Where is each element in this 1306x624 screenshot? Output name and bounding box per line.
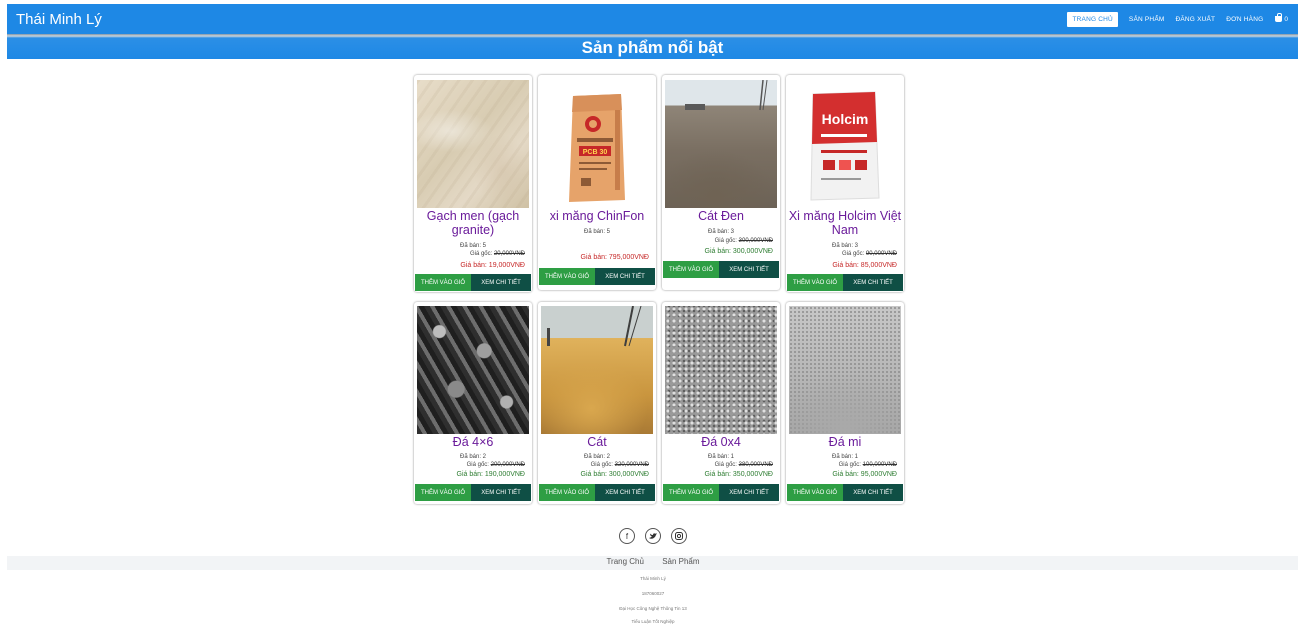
product-sale-price: Giá bán: 190,000VNĐ bbox=[456, 471, 526, 478]
nav-products[interactable]: SẢN PHẨM bbox=[1129, 16, 1165, 23]
product-sale-price: Giá bán: 795,000VNĐ bbox=[580, 254, 650, 261]
view-detail-button[interactable]: XEM CHI TIẾT bbox=[595, 268, 655, 285]
footer-student-id: 187060027 bbox=[641, 591, 665, 596]
featured-banner: Sản phẩm nổi bật bbox=[7, 34, 1298, 59]
add-to-cart-button[interactable]: THÊM VÀO GIỎ bbox=[663, 484, 719, 501]
cart-count: 0 bbox=[1284, 15, 1288, 23]
product-sold: Đã bán: 3 bbox=[707, 229, 735, 235]
product-name[interactable]: xi măng ChinFon bbox=[538, 209, 656, 223]
product-original-price: Giá gốc: 200,000VNĐ bbox=[466, 462, 525, 468]
footer-link-products[interactable]: Sản Phẩm bbox=[662, 557, 699, 566]
featured-title: Sản phẩm nổi bật bbox=[581, 38, 724, 57]
product-original-price: Giá gốc: 90,000VNĐ bbox=[841, 251, 897, 257]
view-detail-button[interactable]: XEM CHI TIẾT bbox=[595, 484, 655, 501]
twitter-icon[interactable] bbox=[645, 528, 661, 544]
top-navbar: Thái Minh Lý TRANG CHỦ SẢN PHẨM ĐĂNG XUẤ… bbox=[7, 4, 1298, 34]
product-sold: Đã bán: 2 bbox=[459, 454, 487, 460]
product-image-holcim-cement-bag[interactable]: Holcim bbox=[789, 80, 901, 208]
product-name[interactable]: Đá 4×6 bbox=[414, 435, 532, 449]
view-detail-button[interactable]: XEM CHI TIẾT bbox=[719, 484, 779, 501]
add-to-cart-button[interactable]: THÊM VÀO GIỎ bbox=[787, 274, 843, 291]
product-original-price: Giá gốc: 100,000VNĐ bbox=[838, 462, 897, 468]
product-sold: Đã bán: 2 bbox=[583, 454, 611, 460]
product-image-stone-4x6[interactable] bbox=[417, 306, 529, 434]
cart-button[interactable]: 0 bbox=[1275, 13, 1288, 23]
product-sale-price: Giá bán: 95,000VNĐ bbox=[832, 471, 897, 478]
product-name[interactable]: Đá mi bbox=[786, 435, 904, 449]
brand-logo[interactable]: Thái Minh Lý bbox=[16, 11, 102, 28]
product-card: Đá mi Đã bán: 1 Giá gốc: 100,000VNĐ Giá … bbox=[786, 302, 904, 504]
footer-note: Tiểu Luận Tốt Nghiệp bbox=[631, 619, 675, 624]
product-sold: Đã bán: 5 bbox=[583, 229, 611, 235]
product-sale-price: Giá bán: 19,000VNĐ bbox=[460, 262, 525, 269]
add-to-cart-button[interactable]: THÊM VÀO GIỎ bbox=[415, 484, 471, 501]
view-detail-button[interactable]: XEM CHI TIẾT bbox=[719, 261, 779, 278]
view-detail-button[interactable]: XEM CHI TIẾT bbox=[843, 484, 903, 501]
add-to-cart-button[interactable]: THÊM VÀO GIỎ bbox=[539, 484, 595, 501]
product-sold: Đã bán: 1 bbox=[831, 454, 859, 460]
footer-owner: Thái Minh Lý bbox=[640, 576, 666, 581]
product-original-price: Giá gốc: 20,000VNĐ bbox=[469, 251, 525, 257]
footer-link-home[interactable]: Trang Chủ bbox=[606, 557, 644, 566]
product-image-cement-bag-pcb30[interactable]: PCB 30 bbox=[541, 80, 653, 208]
footer-school: Đại Học Công Nghệ Thông Tin 13 bbox=[619, 606, 687, 611]
product-sale-price: Giá bán: 300,000VNĐ bbox=[580, 471, 650, 478]
product-name[interactable]: Đá 0x4 bbox=[662, 435, 780, 449]
nav-home[interactable]: TRANG CHỦ bbox=[1067, 11, 1118, 27]
add-to-cart-button[interactable]: THÊM VÀO GIỎ bbox=[663, 261, 719, 278]
footer-links: Trang Chủ Sản Phẩm bbox=[0, 557, 1306, 566]
product-sale-price: Giá bán: 350,000VNĐ bbox=[704, 471, 774, 478]
social-links: f bbox=[0, 528, 1306, 544]
view-detail-button[interactable]: XEM CHI TIẾT bbox=[843, 274, 903, 291]
view-detail-button[interactable]: XEM CHI TIẾT bbox=[471, 484, 531, 501]
shopping-bag-icon bbox=[1275, 13, 1283, 22]
product-sale-price: Giá bán: 300,000VNĐ bbox=[704, 248, 774, 255]
product-name[interactable]: Xi măng Holcim Việt Nam bbox=[786, 209, 904, 237]
add-to-cart-button[interactable]: THÊM VÀO GIỎ bbox=[787, 484, 843, 501]
view-detail-button[interactable]: XEM CHI TIẾT bbox=[471, 274, 531, 291]
add-to-cart-button[interactable]: THÊM VÀO GIỎ bbox=[539, 268, 595, 285]
product-sold: Đã bán: 1 bbox=[707, 454, 735, 460]
product-image-stone-dust[interactable] bbox=[789, 306, 901, 434]
product-card: Đá 4×6 Đã bán: 2 Giá gốc: 200,000VNĐ Giá… bbox=[414, 302, 532, 504]
product-name[interactable]: Cát bbox=[538, 435, 656, 449]
product-original-price: Giá gốc: 300,000VNĐ bbox=[714, 238, 773, 244]
nav-logout[interactable]: ĐĂNG XUẤT bbox=[1175, 16, 1215, 23]
product-sold: Đã bán: 5 bbox=[459, 243, 487, 249]
nav-orders[interactable]: ĐƠN HÀNG bbox=[1226, 16, 1263, 23]
facebook-icon[interactable]: f bbox=[619, 528, 635, 544]
product-card: PCB 30 xi măng ChinFon Đã bán: 5 Giá bán… bbox=[538, 75, 656, 290]
product-image-black-sand-pile[interactable] bbox=[665, 80, 777, 208]
product-name[interactable]: Cát Đen bbox=[662, 209, 780, 223]
instagram-icon[interactable] bbox=[671, 528, 687, 544]
product-card: Holcim Xi măng Holcim Việt Nam Đã bán: 3… bbox=[786, 75, 904, 292]
product-original-price: Giá gốc: 320,000VNĐ bbox=[590, 462, 649, 468]
add-to-cart-button[interactable]: THÊM VÀO GIỎ bbox=[415, 274, 471, 291]
svg-text:Holcim: Holcim bbox=[822, 111, 869, 127]
product-image-marble-tile[interactable] bbox=[417, 80, 529, 208]
product-card: Đá 0x4 Đã bán: 1 Giá gốc: 380,000VNĐ Giá… bbox=[662, 302, 780, 504]
product-card: Cát Đen Đã bán: 3 Giá gốc: 300,000VNĐ Gi… bbox=[662, 75, 780, 290]
nav-links: TRANG CHỦ SẢN PHẨM ĐĂNG XUẤT ĐƠN HÀNG 0 bbox=[1056, 11, 1288, 27]
product-sale-price: Giá bán: 85,000VNĐ bbox=[832, 262, 897, 269]
product-card: Gạch men (gạch granite) Đã bán: 5 Giá gố… bbox=[414, 75, 532, 292]
product-card: Cát Đã bán: 2 Giá gốc: 320,000VNĐ Giá bá… bbox=[538, 302, 656, 504]
product-original-price: Giá gốc: 380,000VNĐ bbox=[714, 462, 773, 468]
product-image-gravel-0x4[interactable] bbox=[665, 306, 777, 434]
product-name[interactable]: Gạch men (gạch granite) bbox=[414, 209, 532, 237]
product-image-yellow-sand-pile[interactable] bbox=[541, 306, 653, 434]
product-sold: Đã bán: 3 bbox=[831, 243, 859, 249]
svg-text:PCB 30: PCB 30 bbox=[583, 149, 608, 156]
